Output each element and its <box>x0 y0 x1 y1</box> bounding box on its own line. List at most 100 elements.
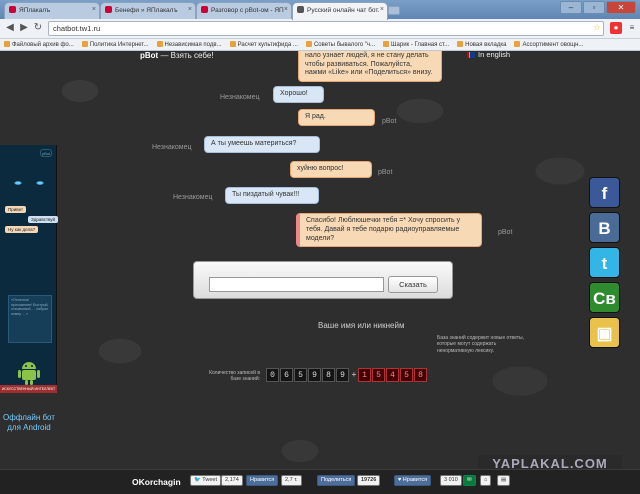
minimize-icon[interactable]: – <box>560 1 582 14</box>
counter-digit-new: 4 <box>386 368 399 382</box>
page-footer: OKorchagin 🐦 Tweet 2,174 Нравится 2,7 т.… <box>0 469 640 494</box>
maximize-icon[interactable]: ▫ <box>583 1 605 14</box>
counter-label: Количество записей в базе знаний: <box>209 370 260 383</box>
folder-icon <box>383 41 390 47</box>
knowledge-base-note: База знаний содержит новые ответы, котор… <box>437 335 524 354</box>
close-tab-icon[interactable]: × <box>188 6 192 13</box>
twitter-icon[interactable]: t <box>589 247 620 278</box>
bot-message: хуйню вопрос! <box>290 161 372 178</box>
tweet-button[interactable]: 🐦 Tweet <box>190 475 221 486</box>
user-name-label: Незнакомец <box>220 94 260 101</box>
pbot-badge: pBot <box>40 149 52 157</box>
extension-icon[interactable]: ● <box>610 22 622 34</box>
bookmark-item[interactable]: Файловый архив фо... <box>0 39 78 50</box>
android-offline-bot-link[interactable]: Оффлайн бот для Android <box>3 413 55 432</box>
send-button[interactable]: Сказать <box>388 276 438 293</box>
bot-message: Я рад. <box>298 109 375 126</box>
counter-digit-new: 5 <box>372 368 385 382</box>
message-input[interactable] <box>209 277 384 292</box>
folder-icon <box>4 41 10 47</box>
bot-message: Спасибо! Люблюшечки тебя =* Хочу спросит… <box>296 213 482 248</box>
vk-share-count: 19726 <box>357 475 381 486</box>
tab-yaplakal[interactable]: ЯПлакалъ × <box>4 2 100 19</box>
tweet-count: 2,174 <box>221 475 243 486</box>
close-tab-icon[interactable]: × <box>92 6 96 13</box>
favicon-icon <box>201 6 208 13</box>
twitter-bird-icon: 🐦 <box>194 477 201 483</box>
heart-icon: ♥ <box>398 477 402 483</box>
bot-name-label: pBot <box>378 169 393 176</box>
bookmark-item[interactable]: Новая вкладка <box>453 39 510 50</box>
counter-digit-new: 8 <box>414 368 427 382</box>
counter-digit-new: 1 <box>358 368 371 382</box>
folder-icon <box>514 41 521 47</box>
language-link[interactable]: In english <box>467 51 510 59</box>
author-name: OKorchagin <box>132 477 181 487</box>
tab-pbot-conversation[interactable]: Разговор с pBot-ом - ЯП × <box>196 2 292 19</box>
plus-icon: + <box>351 370 357 379</box>
user-name-label: Незнакомец <box>152 144 192 151</box>
nickname-field[interactable]: Ваше имя или никнейм <box>318 321 404 330</box>
folder-icon <box>305 41 312 47</box>
android-banner-footer: ИСКУССТВЕННЫЙ ИНТЕЛЛЕКТ <box>0 385 57 393</box>
folder-icon <box>229 41 236 47</box>
bot-name-label: pBot <box>382 118 397 125</box>
favicon-icon <box>105 6 112 13</box>
counter-digit: 9 <box>308 368 321 382</box>
counter-digit: 6 <box>280 368 293 382</box>
bookmark-item[interactable]: Шарик - Главная ст... <box>379 39 453 50</box>
share-icon[interactable]: ✉ <box>463 475 476 486</box>
app-review-text: «Отличное приложение! Быстрый, отзывчивы… <box>8 295 52 343</box>
user-message: А ты умеешь материться? <box>204 136 320 153</box>
counter-digit: 9 <box>336 368 349 382</box>
forward-icon[interactable]: ▶ <box>17 21 31 35</box>
page-content: pBot — Взять себе! In english получаю за… <box>0 51 640 494</box>
android-robot-icon <box>18 362 40 385</box>
bookmark-item[interactable]: Расчет культифида ... <box>226 39 302 50</box>
share-icon[interactable]: ⌂ <box>480 475 492 486</box>
vkontakte-icon[interactable]: B <box>589 212 620 243</box>
browser-tab-strip: ЯПлакалъ × Бенефи » ЯПлакалъ × Разговор с … <box>0 0 640 20</box>
wrench-menu-icon[interactable]: ≡ <box>626 22 638 34</box>
message-panel: Сказать <box>193 261 453 299</box>
back-icon[interactable]: ◀ <box>3 21 17 35</box>
reload-icon[interactable]: ↻ <box>31 21 45 35</box>
user-message: Хорошо! <box>273 86 324 103</box>
close-tab-icon[interactable]: × <box>380 6 384 13</box>
bookmark-item[interactable]: Политика Интернет... <box>78 39 153 50</box>
counter-digit: 5 <box>294 368 307 382</box>
bookmark-item[interactable]: Независимая подв... <box>153 39 226 50</box>
facebook-like-count: 2,7 т. <box>281 475 302 486</box>
bot-message: получаю за него денег. Если оно мне нало… <box>298 51 442 82</box>
counter-digit: 8 <box>322 368 335 382</box>
bookmark-item[interactable]: Ассортимент овощн... <box>510 39 587 50</box>
site-logo[interactable]: pBot — Взять себе! <box>140 51 214 60</box>
vk-like-count: 3 010 <box>440 475 462 486</box>
robot-eyes-icon <box>8 175 50 191</box>
tab-benefi[interactable]: Бенефи » ЯПлакалъ × <box>100 2 196 19</box>
bot-name-label: pBot <box>498 229 513 236</box>
knowledge-base-counter: 0 6 5 9 8 9 +1 5 4 5 8 <box>266 368 428 383</box>
vk-like-button[interactable]: ♥ Нравится <box>394 475 432 486</box>
address-bar[interactable]: chatbot.tw1.ru <box>48 21 604 36</box>
bookmark-item[interactable]: Советы бывалого "ч... <box>302 39 379 50</box>
close-window-icon[interactable]: ✕ <box>606 1 636 14</box>
uk-flag-icon <box>467 52 475 58</box>
folder-icon <box>81 41 88 47</box>
facebook-like-button[interactable]: Нравится <box>246 475 279 486</box>
vk-share-button[interactable]: Поделиться <box>317 475 356 486</box>
classmates-icon[interactable]: Св <box>589 282 620 313</box>
new-tab-button[interactable] <box>388 6 400 15</box>
moimir-icon[interactable]: ▣ <box>589 317 620 348</box>
close-tab-icon[interactable]: × <box>284 6 288 13</box>
share-icon[interactable]: ▤ <box>497 475 511 486</box>
bookmark-star-icon[interactable]: ☆ <box>591 22 603 34</box>
counter-digit-new: 5 <box>400 368 413 382</box>
tab-chatbot-active[interactable]: Русский онлайн чат бот. × <box>292 2 388 20</box>
counter-digit: 0 <box>266 368 279 382</box>
facebook-icon[interactable]: f <box>589 177 620 208</box>
android-app-banner[interactable]: pBot Привет Здравствуй Ну как дела? «Отл… <box>0 145 59 432</box>
user-message: Ты пиздатый чувак!!! <box>225 187 319 204</box>
share-buttons: f B t Св ▣ <box>589 177 623 352</box>
sample-bot-message: Ну как дела? <box>5 226 39 233</box>
